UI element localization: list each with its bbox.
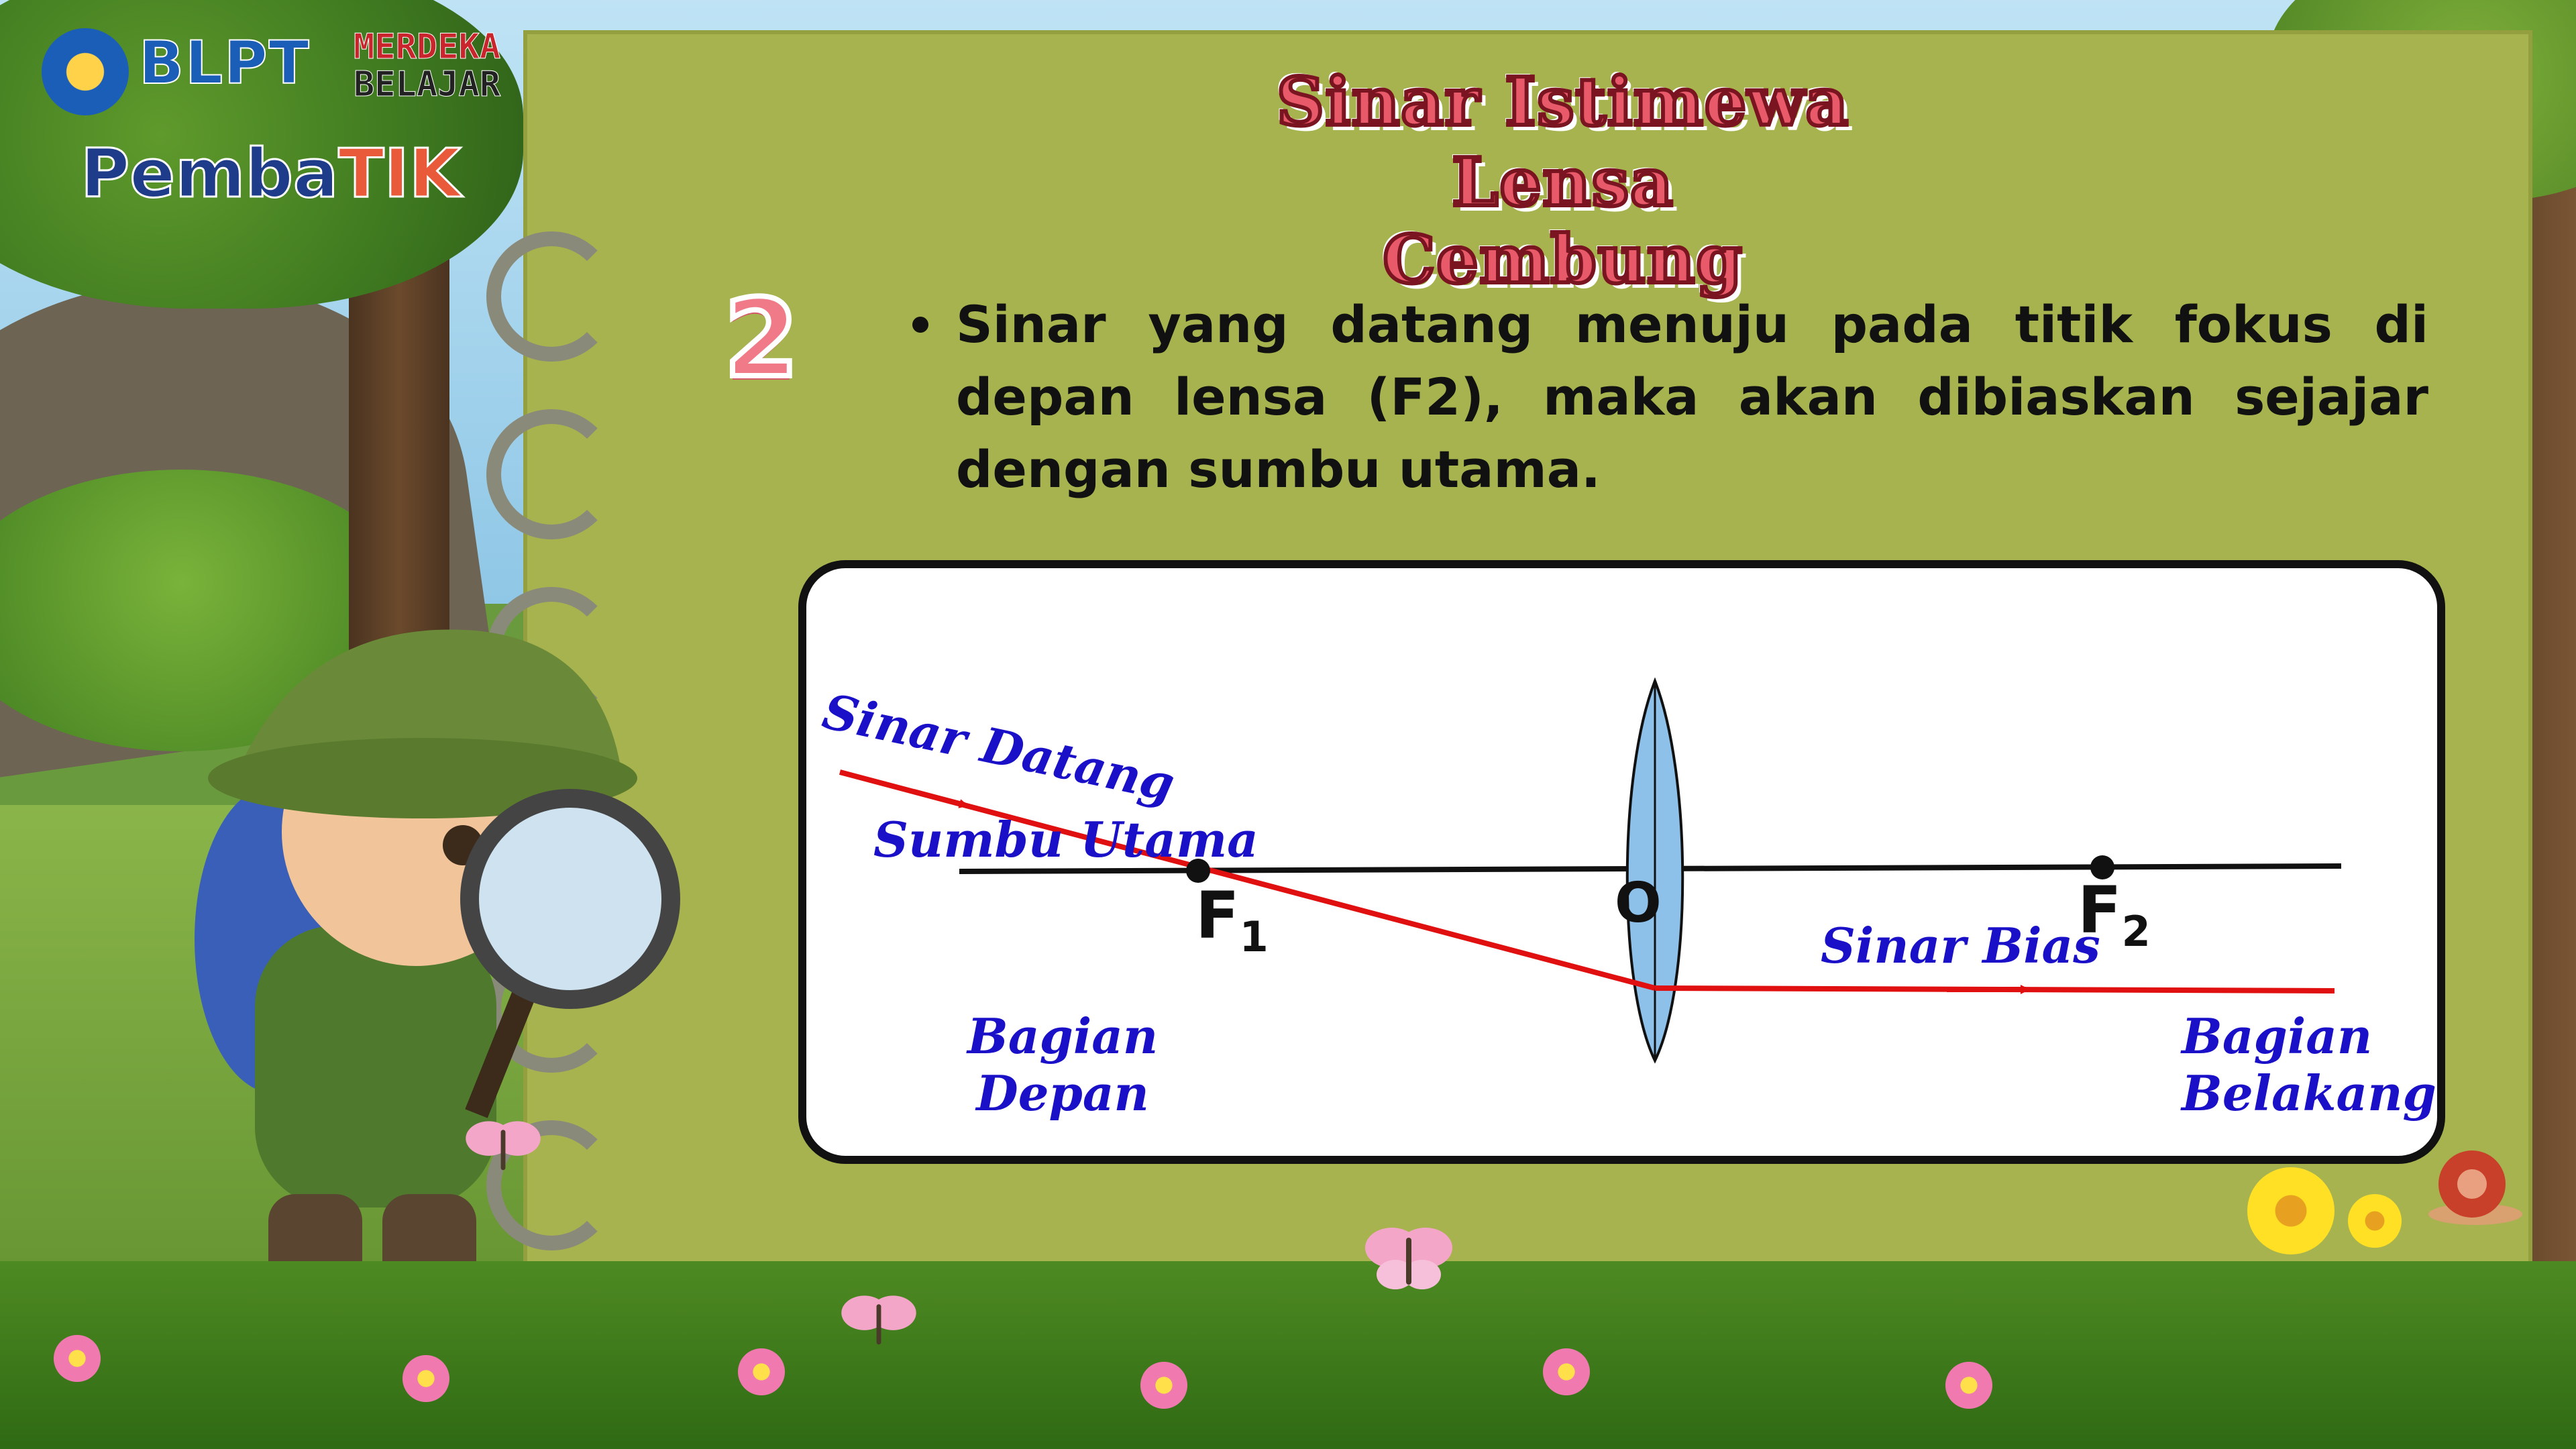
refracted-ray-label: Sinar Bias	[1821, 917, 2100, 974]
flower-icon	[2348, 1194, 2402, 1248]
merdeka-logo-text: MERDEKA	[353, 27, 501, 67]
binder-ring	[486, 231, 616, 362]
pembatik-logo: PembaTIK	[79, 133, 462, 214]
slide-title-line1: Sinar Istimewa	[1275, 62, 1850, 143]
foreground-grass	[0, 1261, 2576, 1449]
focus-f2-subscript: 2	[2121, 907, 2151, 957]
header-logos: BLPT MERDEKA BELAJAR	[42, 28, 501, 115]
flower-icon	[2247, 1167, 2334, 1254]
step-number-badge: 2	[721, 276, 801, 401]
flower-icon	[1543, 1348, 1590, 1395]
back-side-label: Bagian Belakang	[2182, 1008, 2436, 1122]
focus-f1-label: F1	[1195, 878, 1269, 961]
incoming-ray-arrow	[912, 789, 969, 808]
flower-icon	[402, 1355, 449, 1402]
pembatik-logo-part-a: Pemba	[79, 133, 339, 214]
blpt-logo-text: BLPT	[138, 28, 311, 98]
slide-scene: BLPT MERDEKA BELAJAR PembaTIK Sinar Isti…	[0, 0, 2576, 1449]
ray-rule-statement: Sinar yang datang menuju pada titik foku…	[956, 294, 2428, 499]
lens-diagram-panel: Sinar Datang Sumbu Utama F1 O F2 Sinar B…	[798, 560, 2445, 1164]
flower-icon	[1140, 1362, 1187, 1409]
belajar-logo-text: BELAJAR	[353, 64, 501, 105]
butterfly-icon	[841, 1295, 916, 1345]
bullet-icon	[912, 317, 928, 333]
principal-axis-label: Sumbu Utama	[873, 811, 1258, 868]
seal-icon	[42, 28, 129, 115]
front-side-label-line1: Bagian	[967, 1008, 1159, 1065]
focus-f1-subscript: 1	[1239, 912, 1269, 962]
back-side-label-line2: Belakang	[2182, 1065, 2436, 1122]
butterfly-icon	[1365, 1228, 1452, 1289]
slide-title-line2: Lensa Cembung	[1381, 142, 1744, 301]
flower-icon	[1945, 1362, 1992, 1409]
flower-icon	[738, 1348, 785, 1395]
front-side-label-line2: Depan	[976, 1065, 1149, 1122]
optical-center-label: O	[1615, 871, 1662, 935]
magnifier-icon	[460, 789, 680, 1009]
flower-icon	[54, 1335, 101, 1382]
binder-ring	[486, 409, 616, 539]
butterfly-icon	[466, 1121, 541, 1171]
pembatik-logo-part-b: TIK	[337, 133, 462, 214]
focus-f1-letter: F	[1195, 878, 1240, 953]
front-side-label: Bagian Depan	[967, 1008, 1158, 1122]
snail-icon	[2428, 1150, 2522, 1225]
back-side-label-line1: Bagian	[2182, 1008, 2373, 1065]
